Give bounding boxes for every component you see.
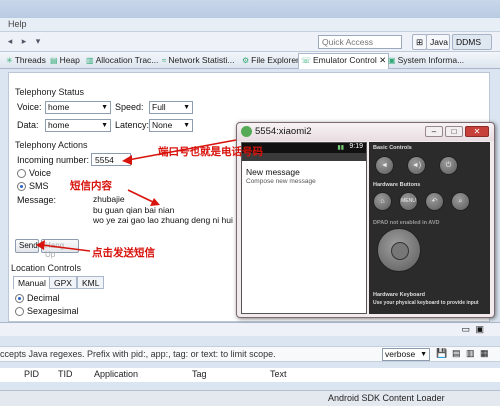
annotation-arrowhead (122, 155, 132, 165)
annotation-arrowhead (36, 240, 45, 250)
port-number-annotation: 端口号也就是电话号码 (158, 146, 263, 158)
annotation-arrows (36, 139, 237, 252)
annotation-arrow (127, 189, 156, 204)
send-annotation: 点击发送短信 (92, 247, 155, 259)
annotation-arrow (41, 244, 91, 252)
sms-content-annotation: 短信内容 (70, 180, 112, 192)
